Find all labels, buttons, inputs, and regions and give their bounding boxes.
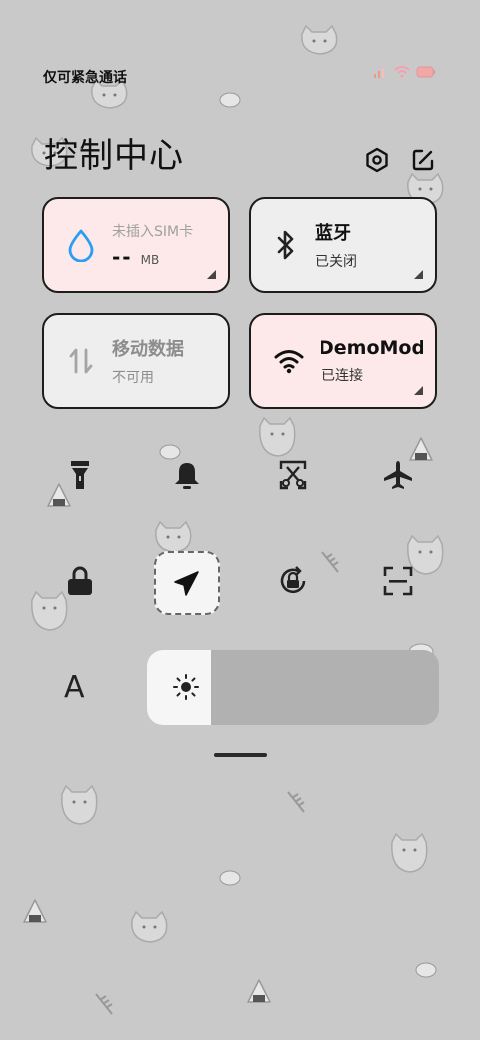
data-usage-value: -- [112,245,133,269]
font-size-button[interactable]: A [64,670,85,705]
location-button[interactable] [154,551,220,615]
silent-button[interactable] [165,453,209,497]
gear-icon [366,147,388,173]
scissors-screenshot-icon [279,460,307,490]
airplane-icon [384,461,412,489]
scan-icon [383,566,413,596]
wifi-tile[interactable]: DemoMode 已连接 [249,313,437,409]
sim-status-label: 未插入SIM卡 [112,224,194,240]
airplane-mode-button[interactable] [376,453,420,497]
paw-sticker-icon [219,870,241,886]
expand-corner-icon [414,270,423,279]
scan-button[interactable] [376,559,420,603]
cat-sticker-icon [61,784,98,825]
data-arrows-icon [69,348,93,374]
bluetooth-tile[interactable]: 蓝牙 已关闭 [249,197,437,293]
flashlight-button[interactable] [58,453,102,497]
signal-icon [374,68,384,78]
expand-corner-icon [414,386,423,395]
screenshot-button[interactable] [271,453,315,497]
sun-icon [173,674,199,700]
bell-icon [175,463,199,489]
fishbone-sticker-icon [321,551,339,573]
bluetooth-title: 蓝牙 [315,223,351,244]
status-bar-text: 仅可紧急通话 [43,70,127,86]
cat-sticker-icon [301,24,338,55]
auto-rotate-button[interactable] [271,559,315,603]
paw-sticker-icon [415,962,437,978]
bluetooth-status: 已关闭 [315,254,357,270]
edit-button[interactable] [408,145,438,175]
wifi-status: 已连接 [321,368,363,384]
water-drop-icon [68,229,94,262]
battery-icon [416,66,435,78]
mobile-data-title: 移动数据 [112,339,184,360]
wifi-network-name: DemoMode [321,337,423,359]
flashlight-icon [71,461,89,489]
cat-sticker-icon [391,832,428,873]
paw-sticker-icon [219,92,241,108]
location-arrow-icon [174,571,199,596]
brightness-slider[interactable] [147,650,439,725]
status-icons [374,66,436,78]
expand-corner-icon [207,270,216,279]
onigiri-sticker-icon [247,979,271,1003]
home-indicator[interactable] [214,753,267,757]
onigiri-sticker-icon [23,899,47,923]
rotate-lock-icon [280,566,306,594]
mobile-data-tile[interactable]: 移动数据 不可用 [42,313,230,409]
data-usage-unit: MB [140,253,160,267]
cat-sticker-icon [131,910,168,943]
fishbone-sticker-icon [287,791,305,813]
wifi-status-icon [394,66,410,78]
settings-button[interactable] [362,145,392,175]
page-title: 控制中心 [44,136,184,176]
lock-icon [68,566,92,595]
fishbone-sticker-icon [95,993,113,1015]
lock-screen-button[interactable] [58,559,102,603]
data-usage-tile[interactable]: 未插入SIM卡 -- MB [42,197,230,293]
mobile-data-status: 不可用 [112,370,154,386]
wifi-icon [274,350,304,374]
bluetooth-icon [277,230,294,260]
edit-icon [412,149,434,171]
